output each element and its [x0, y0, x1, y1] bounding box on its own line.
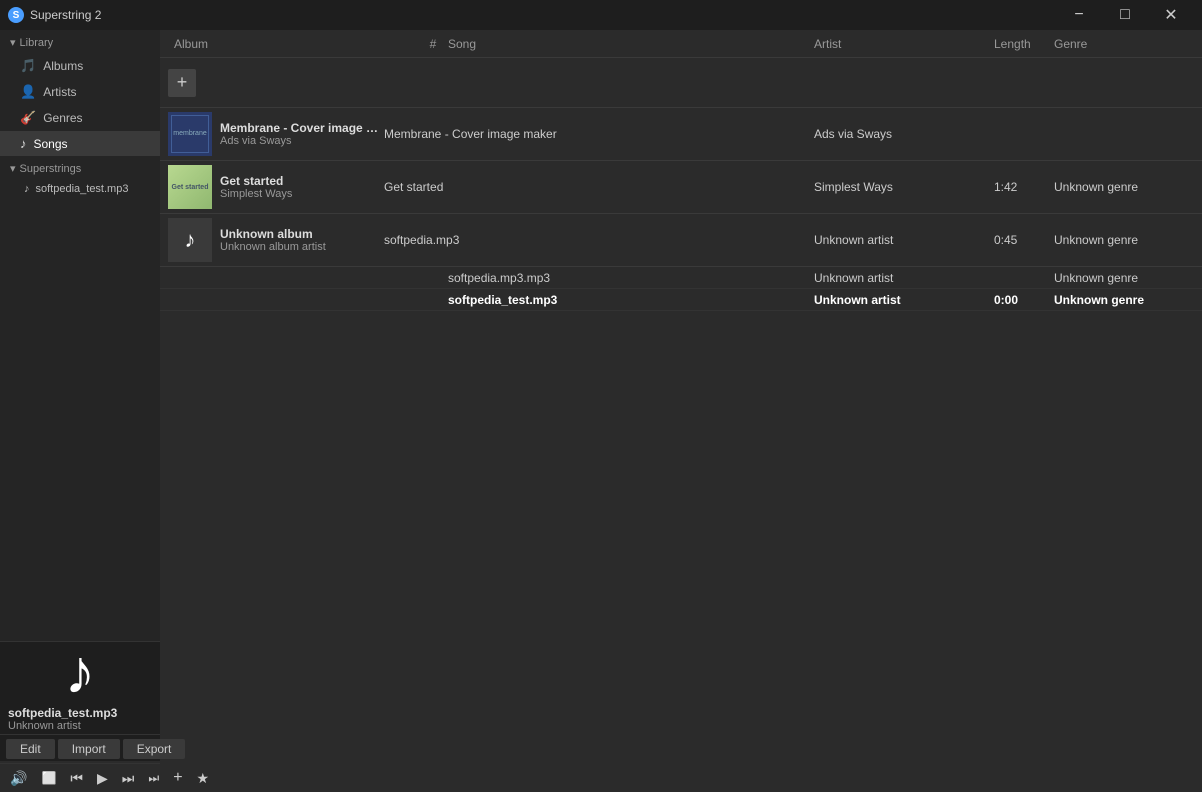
track-row-softpedia-mp3-mp3[interactable]: softpedia.mp3.mp3 Unknown artist Unknown…: [160, 267, 1202, 289]
songs-icon: ♪: [20, 136, 27, 151]
col-song: Song: [448, 37, 814, 51]
col-genre: Genre: [1054, 37, 1194, 51]
album-group-getstarted: Get started Get started Simplest Ways Ge…: [160, 161, 1202, 214]
albums-icon: 🎵: [20, 58, 36, 74]
album-artist-getstarted: Simplest Ways: [220, 188, 380, 200]
album-name-membrane: Membrane - Cover image m...: [220, 121, 380, 135]
album-cover-getstarted: Get started: [168, 165, 212, 209]
close-button[interactable]: ✕: [1148, 0, 1194, 30]
library-label: Library: [20, 37, 54, 49]
album-artist-unknown: Unknown album artist: [220, 241, 380, 253]
col-album: Album: [168, 37, 418, 51]
sidebar-item-artists[interactable]: 👤 Artists: [0, 79, 160, 105]
sidebar-item-genres-label: Genres: [43, 111, 82, 125]
sidebar-item-albums-label: Albums: [43, 59, 83, 73]
bottom-panel: ♪ softpedia_test.mp3 Unknown artist Edit…: [0, 641, 160, 761]
next-button[interactable]: ⏭: [118, 768, 139, 789]
sidebar-file-softpedia[interactable]: ♪ softpedia_test.mp3: [0, 179, 160, 199]
app-title: Superstring 2: [30, 8, 101, 22]
minimize-button[interactable]: −: [1056, 0, 1102, 30]
album-name-unknown: Unknown album: [220, 227, 380, 241]
sidebar-item-songs-label: Songs: [34, 137, 68, 151]
col-artist: Artist: [814, 37, 994, 51]
album-header-getstarted[interactable]: Get started Get started Simplest Ways Ge…: [160, 161, 1202, 214]
main-container: ▾ Library 🎵 Albums 👤 Artists 🎸 Genres ♪ …: [0, 30, 1202, 761]
chevron-down-icon: ▾: [10, 36, 16, 49]
music-file-icon: ♪: [24, 183, 30, 195]
titlebar-controls: − □ ✕: [1056, 0, 1194, 30]
track-artist-2: Unknown artist: [814, 271, 994, 285]
artists-icon: 👤: [20, 84, 36, 100]
col-length: Length: [994, 37, 1054, 51]
track-row-softpedia-test[interactable]: softpedia_test.mp3 Unknown artist 0:00 U…: [160, 289, 1202, 311]
add-to-queue-button[interactable]: +: [169, 767, 186, 789]
album-header-unknown[interactable]: ♪ Unknown album Unknown album artist sof…: [160, 214, 1202, 267]
album-group-unknown: ♪ Unknown album Unknown album artist sof…: [160, 214, 1202, 311]
sidebar-item-genres[interactable]: 🎸 Genres: [0, 105, 160, 131]
getstarted-song-genre: Unknown genre: [1054, 180, 1194, 194]
sidebar-item-albums[interactable]: 🎵 Albums: [0, 53, 160, 79]
now-playing-title: softpedia_test.mp3: [8, 706, 152, 720]
play-button[interactable]: ▶: [93, 768, 112, 789]
album-cover-membrane: membrane: [168, 112, 212, 156]
track-genre-2: Unknown genre: [1054, 271, 1194, 285]
transport-bar: 🔊 ⬜ ⏮ ▶ ⏭ ⏭ + ★: [0, 763, 160, 792]
table-header: Album # Song Artist Length Genre: [160, 30, 1202, 58]
fast-forward-button[interactable]: ⏭: [144, 769, 163, 788]
scroll-area[interactable]: + membrane Membrane - Cover image m... A…: [160, 58, 1202, 761]
edit-button[interactable]: Edit: [6, 739, 55, 759]
track-artist-3: Unknown artist: [814, 293, 994, 307]
album-group-membrane: membrane Membrane - Cover image m... Ads…: [160, 108, 1202, 161]
add-row: +: [160, 58, 1202, 108]
album-info-membrane: Membrane - Cover image m... Ads via Sway…: [220, 121, 380, 147]
chevron-down-icon-2: ▾: [10, 162, 16, 175]
album-cover-unknown: ♪: [168, 218, 212, 262]
prev-button[interactable]: ⏮: [66, 768, 87, 789]
bottom-action-buttons: Edit Import Export: [0, 734, 160, 763]
track-song-2: softpedia.mp3.mp3: [448, 271, 814, 285]
export-button[interactable]: Export: [123, 739, 186, 759]
sidebar-item-songs[interactable]: ♪ Songs: [0, 131, 160, 156]
content: Album # Song Artist Length Genre + membr…: [160, 30, 1202, 761]
genres-icon: 🎸: [20, 110, 36, 126]
album-info-getstarted: Get started Simplest Ways: [220, 174, 380, 200]
album-header-membrane[interactable]: membrane Membrane - Cover image m... Ads…: [160, 108, 1202, 161]
track-length-3: 0:00: [994, 293, 1054, 307]
sidebar-file-softpedia-label: softpedia_test.mp3: [36, 183, 129, 195]
app-icon: S: [8, 7, 24, 23]
library-section-header[interactable]: ▾ Library: [0, 30, 160, 53]
col-num: #: [418, 37, 448, 51]
now-playing-visual: ♪: [0, 642, 160, 704]
maximize-button[interactable]: □: [1102, 0, 1148, 30]
membrane-song: Membrane - Cover image maker: [380, 127, 814, 141]
album-info-unknown: Unknown album Unknown album artist: [220, 227, 380, 253]
screen-button[interactable]: ⬜: [37, 769, 60, 787]
unknown-song-1-length: 0:45: [994, 233, 1054, 247]
superstrings-section-header[interactable]: ▾ Superstrings: [0, 156, 160, 179]
sidebar-item-artists-label: Artists: [43, 85, 76, 99]
track-genre-3: Unknown genre: [1054, 293, 1194, 307]
track-song-3: softpedia_test.mp3: [448, 293, 814, 307]
add-album-button[interactable]: +: [168, 69, 196, 97]
unknown-song-1: softpedia.mp3: [380, 233, 814, 247]
import-button[interactable]: Import: [58, 739, 120, 759]
getstarted-song-length: 1:42: [994, 180, 1054, 194]
titlebar-left: S Superstring 2: [8, 7, 101, 23]
music-note-large-icon: ♪: [65, 642, 96, 704]
getstarted-song: Get started: [380, 180, 814, 194]
titlebar: S Superstring 2 − □ ✕: [0, 0, 1202, 30]
superstrings-label: Superstrings: [20, 163, 82, 175]
now-playing-info: softpedia_test.mp3 Unknown artist: [0, 704, 160, 734]
membrane-song-artist: Ads via Sways: [814, 127, 994, 141]
getstarted-song-artist: Simplest Ways: [814, 180, 994, 194]
favorite-button[interactable]: ★: [193, 768, 214, 789]
album-name-getstarted: Get started: [220, 174, 380, 188]
album-artist-membrane: Ads via Sways: [220, 135, 380, 147]
volume-button[interactable]: 🔊: [6, 768, 31, 789]
unknown-song-1-genre: Unknown genre: [1054, 233, 1194, 247]
unknown-song-1-artist: Unknown artist: [814, 233, 994, 247]
note-icon: ♪: [185, 227, 196, 253]
now-playing-artist: Unknown artist: [8, 720, 152, 732]
